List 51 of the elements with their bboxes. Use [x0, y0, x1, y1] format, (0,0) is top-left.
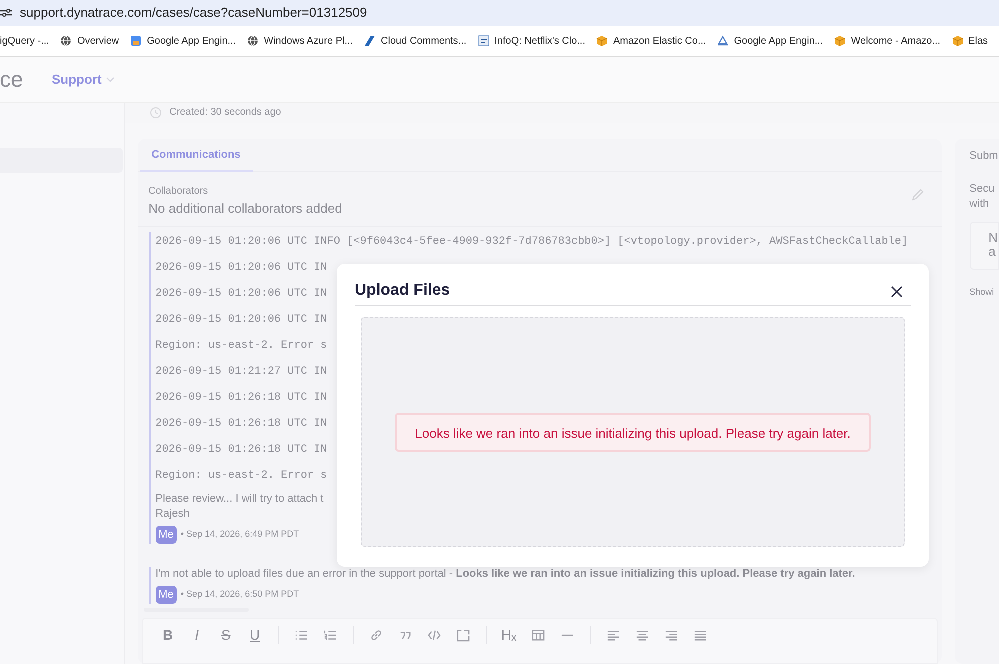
dialog-title: Upload Files [355, 280, 450, 300]
log-line: 2026-09-15 01:26:18 UTC IN [156, 417, 328, 431]
bookmark-link[interactable]: Overview [77, 34, 120, 48]
message-text: Please review... I will try to attach t [156, 492, 324, 507]
log-line: Region: us-east-2. Error s [156, 469, 328, 483]
bookmark-link[interactable]: Google App Engin... [734, 34, 824, 48]
globe-icon [247, 35, 260, 47]
panel-box-text: a [988, 245, 997, 259]
log-line: 2026-09-15 01:26:18 UTC IN [156, 391, 328, 405]
box-icon [952, 35, 964, 47]
panel-footer-text: Showi [970, 286, 996, 299]
drop-zone[interactable]: Looks like we ran into an issue initializing this upload. Please try again later. [361, 317, 905, 547]
log-line: 2026-09-15 01:20:06 UTC IN [156, 261, 328, 275]
panel-text: with [970, 197, 990, 212]
close-icon[interactable] [891, 286, 903, 298]
bookmark-link[interactable]: Elas [968, 34, 988, 48]
bookmark-link[interactable]: Windows Azure Pl... [264, 34, 354, 48]
message-time: • Sep 14, 2026, 6:49 PM PDT [180, 528, 300, 542]
box-icon [834, 35, 846, 47]
bookmark-link[interactable]: igQuery -... [0, 34, 50, 48]
log-line: Region: us-east-2. Error s [156, 339, 328, 353]
created-text: Created: 30 seconds ago [170, 106, 282, 120]
log-line: 2026-09-15 01:20:06 UTC INFO [<9f6043c4-5fee-4909-932f-7d786783cbb0>] [<vtopology.provider>, AWSFastCheckCallable] [156, 235, 908, 249]
collaborators-value: No additional collaborators added [148, 200, 342, 218]
pencil-icon[interactable] [910, 188, 925, 202]
log-line: 2026-09-15 01:21:27 UTC IN [156, 365, 328, 379]
log-line: 2026-09-15 01:20:06 UTC IN [156, 287, 328, 301]
panel-box-text: N [988, 231, 998, 245]
author-badge: Me [156, 526, 177, 544]
error-message: Looks like we ran into an issue initializing this upload. Please try again later. [395, 412, 871, 452]
bookmark-link[interactable]: Amazon Elastic Co... [613, 34, 706, 48]
collaborators-label: Collaborators [148, 184, 210, 198]
bookmark-link[interactable]: InfoQ: Netflix's Clo... [494, 34, 586, 48]
panel-title: Subm [970, 148, 999, 164]
chevron-down-icon [106, 76, 115, 82]
author-badge: Me [156, 586, 177, 604]
clock-icon [150, 106, 162, 119]
bookmark-link[interactable]: Google App Engin... [147, 34, 236, 48]
globe-icon [60, 35, 72, 47]
log-line: 2026-09-15 01:20:06 UTC IN [156, 313, 328, 327]
panel-text: Secu [970, 182, 996, 197]
message-time: • Sep 14, 2026, 6:50 PM PDT [180, 588, 300, 602]
message-text: Rajesh [156, 507, 190, 522]
log-line: 2026-09-15 01:26:18 UTC IN [156, 443, 328, 457]
bookmark-link[interactable]: Welcome - Amazo... [851, 34, 941, 48]
message-text: I'm not able to upload files due an error in the support portal - Looks like we ran into an issue initializing this upload. Please try again later. [156, 567, 856, 582]
bookmark-link[interactable]: Cloud Comments... [381, 34, 467, 48]
box-icon [596, 35, 608, 47]
app-icon [130, 35, 142, 47]
site-settings-icon[interactable] [0, 8, 12, 18]
news-icon [478, 35, 490, 47]
